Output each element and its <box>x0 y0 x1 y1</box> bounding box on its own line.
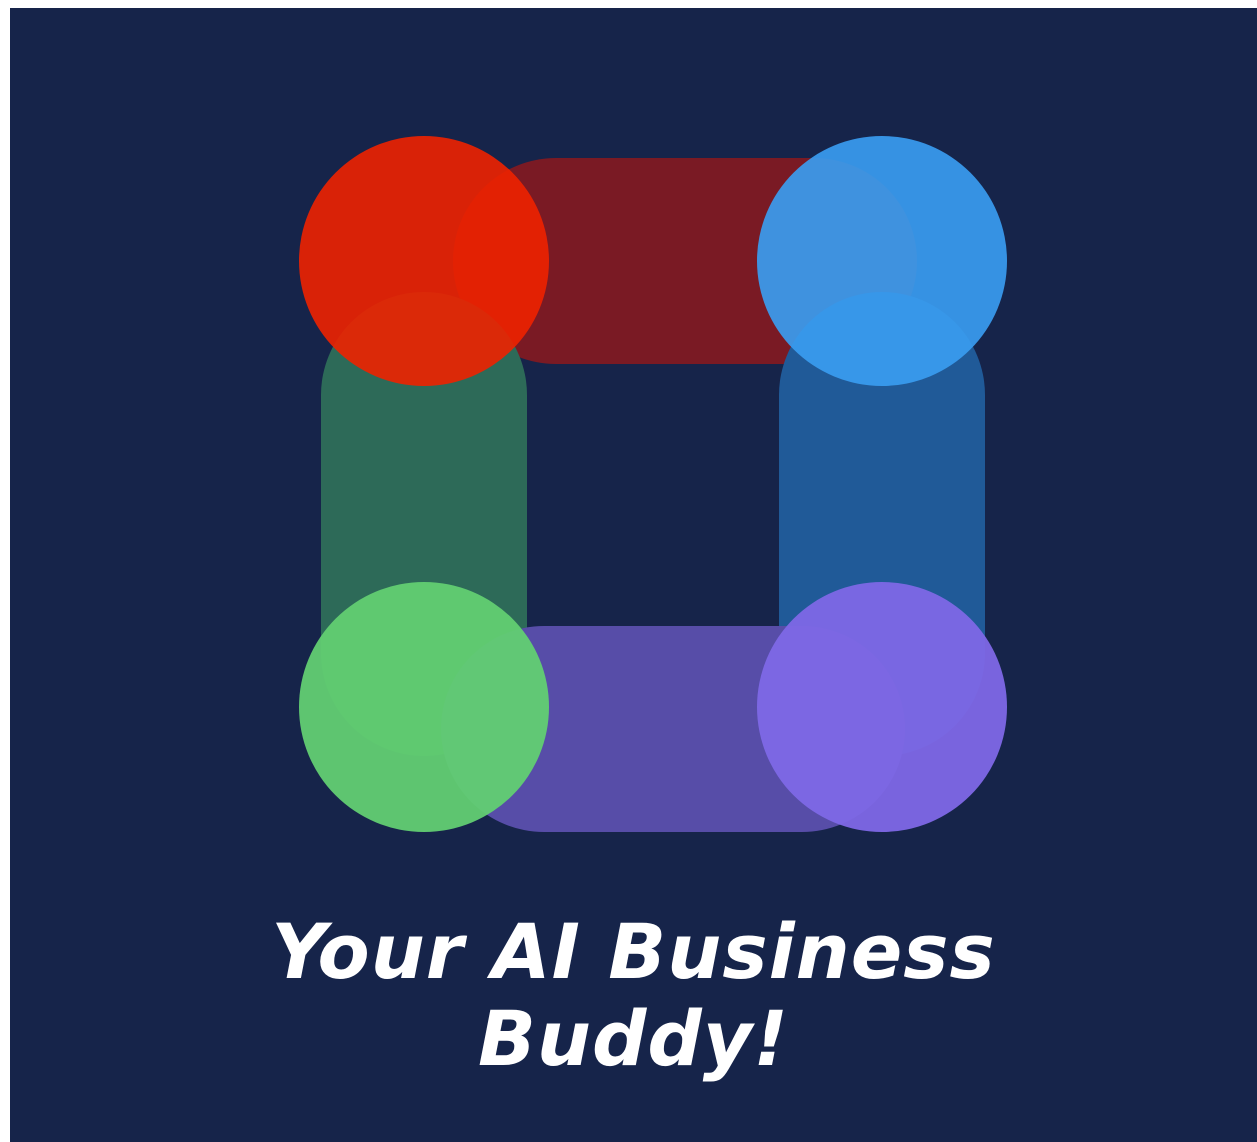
tagline-line-2: Buddy! <box>477 994 790 1084</box>
red-circle <box>299 136 549 386</box>
purple-circle <box>757 582 1007 832</box>
four-circle-square-logo-icon <box>299 136 1007 832</box>
logo-panel: Your AI Business Buddy! <box>10 8 1257 1142</box>
tagline: Your AI Business Buddy! <box>10 908 1257 1083</box>
tagline-line-1: Your AI Business <box>271 907 996 996</box>
blue-circle <box>757 136 1007 386</box>
green-circle <box>299 582 549 832</box>
